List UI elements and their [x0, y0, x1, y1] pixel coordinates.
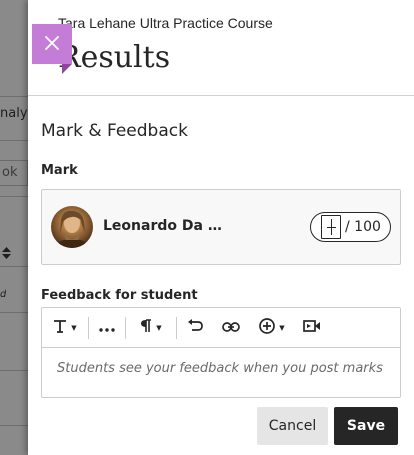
paragraph-button[interactable]: ▼: [126, 308, 176, 348]
background-divider: [0, 140, 28, 141]
results-panel: Tara Lehane Ultra Practice Course Result…: [28, 0, 414, 455]
background-divider: [0, 196, 28, 197]
link-icon: [222, 320, 240, 336]
background-divider: [0, 96, 28, 97]
undo-button[interactable]: [177, 308, 213, 348]
text-format-button[interactable]: ▼: [42, 308, 88, 348]
text-format-icon: [53, 319, 67, 337]
close-button[interactable]: [32, 24, 72, 74]
media-icon: [303, 319, 321, 337]
background-divider: [0, 370, 28, 371]
section-title: Mark & Feedback: [41, 121, 188, 141]
insert-content-button[interactable]: ▼: [249, 308, 295, 348]
editor-toolbar: ▼ ▼ ▼: [42, 308, 400, 348]
page-title: Results: [58, 40, 171, 75]
chevron-down-icon: ▼: [279, 323, 285, 332]
student-mark-card: Leonardo Da Vi... / 100: [41, 189, 401, 265]
chevron-down-icon: ▼: [156, 323, 162, 332]
avatar: [51, 206, 93, 248]
course-name: Tara Lehane Ultra Practice Course: [58, 15, 273, 31]
mark-label: Mark: [41, 163, 78, 178]
background-italic-fragment: d: [0, 289, 7, 300]
save-button[interactable]: Save: [334, 407, 398, 445]
background-tab-fragment: nalys: [0, 106, 28, 121]
paragraph-icon: [140, 318, 152, 337]
more-button[interactable]: [89, 308, 125, 348]
background-divider: [0, 425, 28, 426]
insert-content-icon: [259, 317, 276, 338]
grade-total: / 100: [345, 219, 381, 235]
more-icon: [99, 320, 115, 336]
chevron-down-icon: ▼: [71, 323, 77, 332]
undo-icon: [187, 319, 203, 336]
header-divider: [28, 95, 414, 96]
cancel-button[interactable]: Cancel: [257, 407, 328, 445]
close-icon: [44, 35, 60, 54]
link-button[interactable]: [213, 308, 249, 348]
background-input-fragment: ok: [0, 160, 28, 186]
feedback-label: Feedback for student: [41, 288, 198, 303]
sort-arrows-icon: [2, 247, 11, 262]
feedback-text-area[interactable]: Students see your feedback when you post…: [57, 361, 383, 376]
grade-field: / 100: [310, 212, 391, 242]
grade-input[interactable]: [321, 215, 341, 239]
feedback-editor: ▼ ▼ ▼ Students see your feedback when yo…: [41, 307, 401, 398]
student-name: Leonardo Da Vi...: [103, 218, 227, 234]
background-divider: [0, 266, 28, 267]
media-button[interactable]: [295, 308, 329, 348]
background-divider: [0, 312, 28, 313]
